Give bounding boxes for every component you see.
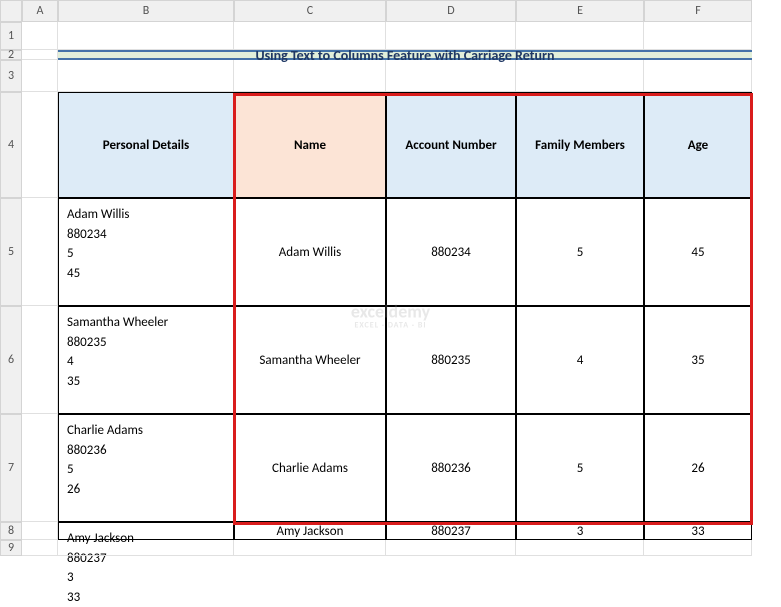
row-header-3[interactable]: 3 [0,60,22,92]
row-header-5[interactable]: 5 [0,198,22,306]
table-cell-age[interactable]: 26 [644,414,752,522]
column-header-F[interactable]: F [644,0,752,22]
cell-blank[interactable] [22,92,58,198]
row-header-8[interactable]: 8 [0,522,22,540]
cell-blank[interactable] [58,22,234,50]
cell-blank[interactable] [22,306,58,414]
table-cell-personal[interactable]: Samantha Wheeler 880235 4 35 [58,306,234,414]
cell-blank[interactable] [22,540,58,556]
row-header-2[interactable]: 2 [0,50,22,60]
table-cell-family[interactable]: 3 [516,522,644,540]
column-header-C[interactable]: C [234,0,386,22]
cell-blank[interactable] [644,22,752,50]
cell-blank[interactable] [386,60,516,92]
cell-blank[interactable] [386,540,516,556]
table-cell-account[interactable]: 880234 [386,198,516,306]
cell-blank[interactable] [234,540,386,556]
cell-blank[interactable] [58,540,234,556]
row-header-7[interactable]: 7 [0,414,22,522]
table-header-personal[interactable]: Personal Details [58,92,234,198]
cell-blank[interactable] [22,414,58,522]
table-cell-personal[interactable]: Charlie Adams 880236 5 26 [58,414,234,522]
cell-blank[interactable] [22,50,58,60]
table-cell-account[interactable]: 880235 [386,306,516,414]
cell-blank[interactable] [58,60,234,92]
table-cell-personal[interactable]: Adam Willis 880234 5 45 [58,198,234,306]
cell-blank[interactable] [22,198,58,306]
column-header-E[interactable]: E [516,0,644,22]
table-cell-personal[interactable]: Amy Jackson 880237 3 33 [58,522,234,540]
row-header-9[interactable]: 9 [0,540,22,556]
select-all-corner[interactable] [0,0,22,22]
cell-blank[interactable] [22,22,58,50]
table-cell-account[interactable]: 880237 [386,522,516,540]
row-header-6[interactable]: 6 [0,306,22,414]
page-title: Using Text to Columns Feature with Carri… [58,50,752,60]
table-cell-age[interactable]: 35 [644,306,752,414]
column-header-A[interactable]: A [22,0,58,22]
table-header-age[interactable]: Age [644,92,752,198]
cell-blank[interactable] [22,522,58,540]
cell-blank[interactable] [644,60,752,92]
cell-blank[interactable] [644,540,752,556]
cell-blank[interactable] [516,540,644,556]
table-cell-name[interactable]: Amy Jackson [234,522,386,540]
cell-blank[interactable] [234,60,386,92]
table-header-name[interactable]: Name [234,92,386,198]
table-header-account[interactable]: Account Number [386,92,516,198]
table-cell-account[interactable]: 880236 [386,414,516,522]
table-cell-name[interactable]: Samantha Wheeler [234,306,386,414]
cell-blank[interactable] [516,60,644,92]
table-cell-age[interactable]: 33 [644,522,752,540]
table-cell-family[interactable]: 5 [516,414,644,522]
cell-blank[interactable] [22,60,58,92]
table-header-family[interactable]: Family Members [516,92,644,198]
column-header-B[interactable]: B [58,0,234,22]
table-cell-family[interactable]: 5 [516,198,644,306]
table-cell-name[interactable]: Adam Willis [234,198,386,306]
row-header-1[interactable]: 1 [0,22,22,50]
table-cell-age[interactable]: 45 [644,198,752,306]
column-header-D[interactable]: D [386,0,516,22]
table-cell-name[interactable]: Charlie Adams [234,414,386,522]
table-cell-family[interactable]: 4 [516,306,644,414]
row-header-4[interactable]: 4 [0,92,22,198]
